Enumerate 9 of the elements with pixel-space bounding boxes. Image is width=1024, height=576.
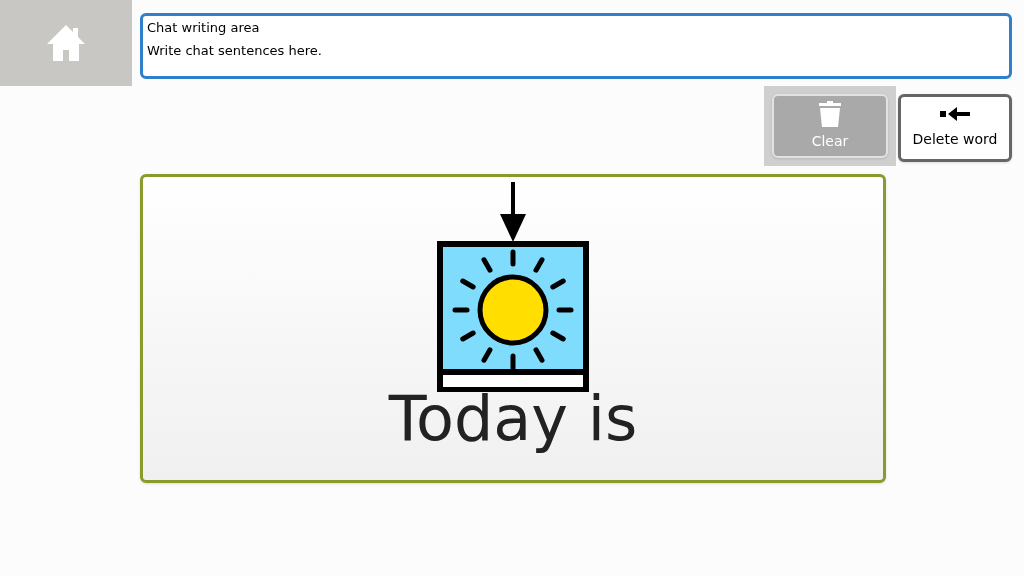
home-icon [46, 23, 86, 63]
chat-writing-area[interactable]: Chat writing area Write chat sentences here. [140, 13, 1012, 79]
arrow-left-icon [940, 107, 970, 121]
symbol-card[interactable]: Today is [140, 174, 886, 483]
home-button[interactable] [0, 0, 132, 86]
trash-icon [819, 101, 841, 127]
delete-word-button[interactable]: Delete word [898, 94, 1012, 162]
chat-input[interactable]: Write chat sentences here. [147, 40, 1005, 60]
chat-area-label: Chat writing area [147, 19, 261, 37]
